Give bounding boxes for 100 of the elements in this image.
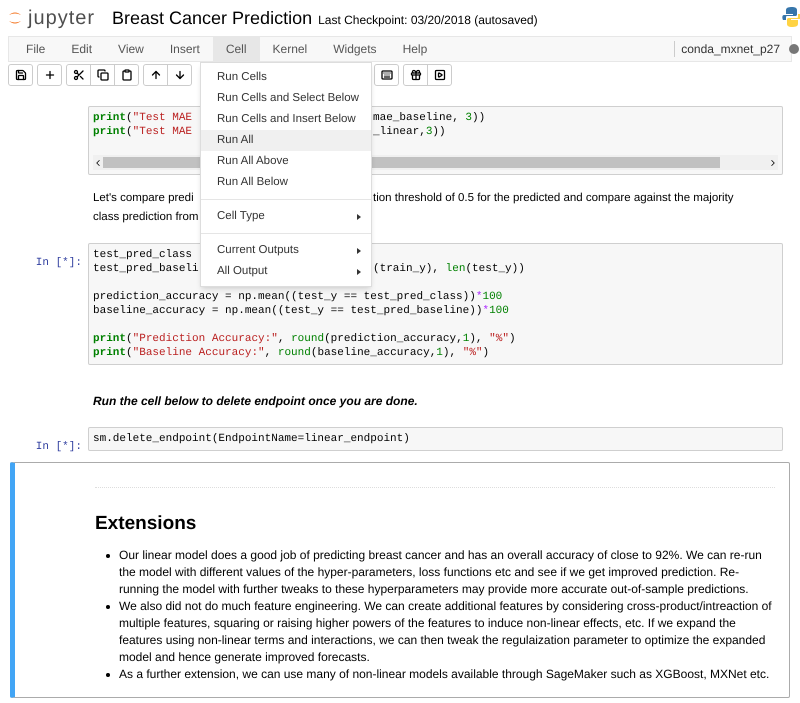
paragraph-text: Let's compare predi [93, 192, 194, 204]
code-token: round [291, 333, 324, 345]
menu-item[interactable]: Kernel [260, 37, 320, 61]
arrow-down-icon [174, 69, 186, 81]
code-token: , [264, 347, 272, 359]
code-token: 100 [489, 305, 509, 317]
code-token: "Test MAE [132, 126, 192, 138]
paragraph-text: class prediction from [93, 211, 198, 223]
code-token: )) [472, 112, 486, 124]
dropdown-item[interactable]: Run Cells and Select Below [201, 88, 371, 109]
add-cell-button[interactable] [37, 64, 62, 86]
code-token: "Prediction Accuracy:" [132, 333, 278, 345]
bullet-text: As a further extension, we can use many of non-linear models available through SageMaker such as XGBoost, MXNet etc. [119, 666, 770, 682]
scissors-icon [72, 69, 84, 81]
notebook-title[interactable]: Breast Cancer Prediction [112, 4, 312, 32]
dropdown-item[interactable]: Cell Type [201, 206, 371, 227]
code-token: ( [126, 347, 133, 359]
code-token: 100 [482, 291, 502, 303]
menu-item[interactable]: Cell [212, 37, 260, 61]
keyboard-button[interactable] [374, 64, 399, 86]
save-icon [14, 69, 26, 81]
code-token: len [446, 263, 466, 275]
copy-button[interactable] [90, 64, 115, 86]
code-token: "%" [489, 333, 509, 345]
play-icon [434, 69, 446, 81]
bullet-icon [106, 604, 110, 608]
code-token: 3 [465, 112, 472, 124]
menu-item[interactable]: View [105, 37, 157, 61]
code-token: ( [126, 333, 133, 345]
code-token: print [93, 347, 126, 359]
code-token: 1 [462, 333, 470, 345]
dropdown-item[interactable]: Run Cells [201, 67, 371, 88]
code-token: print [93, 126, 126, 138]
code-token: (test_y)) [465, 263, 525, 275]
code-token: (baseline_accuracy, [310, 347, 436, 359]
dropdown-item[interactable]: Run Cells and Insert Below [201, 109, 371, 130]
paste-button[interactable] [114, 64, 139, 86]
code-token: (train_y), [373, 263, 440, 275]
code-token: * [476, 291, 482, 303]
code-token: test_pred_baseli [93, 263, 199, 275]
checkpoint-text: Last Checkpoint: 03/20/2018 (autosaved) [318, 12, 538, 28]
logo-text: jupyter [28, 6, 96, 31]
plus-icon [44, 69, 56, 81]
cut-button[interactable] [66, 64, 91, 86]
jupyter-logo[interactable]: jupyter [8, 3, 106, 33]
dropdown-item[interactable]: All Output [201, 261, 371, 282]
menu-item[interactable]: Help [390, 37, 440, 61]
code-token: * [482, 305, 490, 317]
dropdown-item[interactable]: Run All Above [201, 151, 371, 172]
code-token: baseline_accuracy = np.mean((test_y == test_pred_baseline)) [93, 305, 482, 317]
code-token: "Baseline Accuracy:" [132, 347, 265, 359]
code-token: "Test MAE [132, 112, 192, 124]
bullet-icon [106, 672, 110, 676]
move-down-button[interactable] [167, 64, 192, 86]
code-token: ) [508, 333, 516, 345]
code-token: 3 [426, 126, 432, 138]
copy-icon [96, 69, 108, 81]
code-token: prediction_accuracy = np.mean((test_y == test_pred_class)) [93, 291, 476, 303]
code-token: )) [432, 126, 446, 138]
play-button[interactable] [427, 64, 452, 86]
menu-item[interactable]: Widgets [320, 37, 390, 61]
instruction-text: Run the cell below to delete endpoint once you are done. [93, 394, 418, 408]
dropdown-item[interactable]: Run All [201, 130, 371, 151]
code-token: print [93, 112, 126, 124]
menu-item[interactable]: Insert [156, 37, 213, 61]
save-button[interactable] [8, 64, 33, 86]
menu-item[interactable]: Edit [58, 37, 106, 61]
gift-button[interactable] [403, 64, 428, 86]
kernel-status-icon [789, 44, 799, 54]
code-token: sm.delete_endpoint(EndpointName=linear_endpoint) [93, 433, 410, 445]
bullet-icon [106, 554, 110, 558]
move-up-button[interactable] [143, 64, 168, 86]
code-cell[interactable] [88, 243, 783, 365]
paragraph-text: tion threshold of 0.5 for the predicted and compare against the majority [373, 192, 734, 204]
code-cell[interactable]: sm.delete_endpoint(EndpointName=linear_endpoint) [88, 427, 783, 451]
dropdown-item[interactable]: Run All Below [201, 172, 371, 193]
code-token: _linear, [373, 126, 426, 138]
code-token: test_pred_class [93, 249, 192, 261]
code-token: print [93, 333, 126, 345]
cell-prompt: In [*]: [36, 441, 82, 453]
menu-item[interactable]: File [13, 37, 58, 61]
code-token: ), [469, 333, 484, 345]
code-token: ( [126, 112, 133, 124]
arrow-up-icon [150, 69, 162, 81]
markdown-cell[interactable] [10, 462, 790, 698]
code-token: round [278, 347, 311, 359]
code-token: ) [482, 347, 490, 359]
code-token: ), [442, 347, 458, 359]
dropdown-item[interactable]: Current Outputs [201, 240, 371, 261]
cell-prompt: In [*]: [36, 257, 82, 269]
gift-icon [410, 69, 422, 81]
clipboard-icon [120, 69, 132, 81]
keyboard-icon [380, 69, 392, 81]
code-token: "%" [462, 347, 483, 359]
bullet-text: Our linear model does a good job of predicting breast cancer and has an overall accuracy of close to 92%. We can re-run the model with different values of the hyper-parameters, loss functions etc and see if we get improved prediction. Re-running the model with further tweaks to these hyperparameters may provide more accurate out-of-sample predictions. [119, 546, 763, 598]
code-token: mae_baseline, [373, 112, 460, 124]
code-token: 1 [436, 347, 443, 359]
kernel-name: conda_mxnet_p27 [681, 41, 780, 58]
code-token: ( [126, 126, 133, 138]
code-token: (prediction_accuracy, [324, 333, 463, 345]
